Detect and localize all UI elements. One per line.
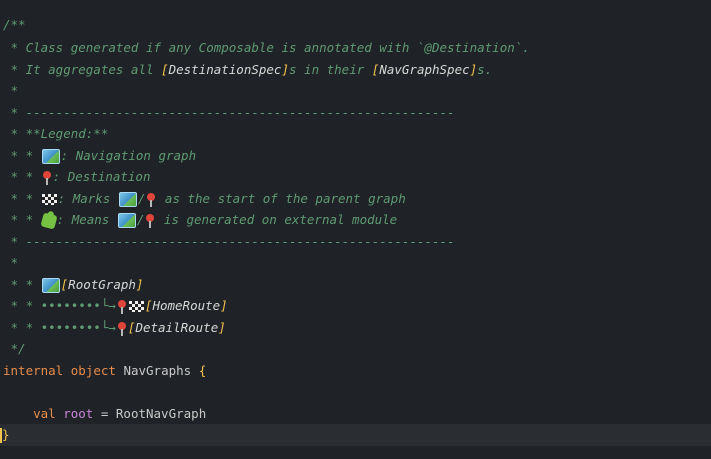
keyword-internal: internal bbox=[3, 363, 64, 378]
open-brace: { bbox=[198, 363, 207, 378]
legend-navigation-graph: * * : Navigation graph bbox=[3, 148, 197, 164]
home-route-link[interactable]: HomeRoute bbox=[152, 298, 220, 313]
root-variable[interactable]: root bbox=[63, 406, 93, 421]
world-map-icon bbox=[117, 213, 136, 228]
world-map-icon bbox=[41, 149, 60, 164]
comment-separator-2: * --------------------------------------… bbox=[3, 234, 455, 249]
legend-external-module: * * : Means / is generated on external m… bbox=[3, 210, 397, 230]
root-nav-graph-ref[interactable]: RootNavGraph bbox=[116, 406, 206, 421]
round-pushpin-icon bbox=[117, 299, 127, 314]
comment-line-4: * bbox=[3, 83, 19, 98]
round-pushpin-icon bbox=[42, 170, 52, 185]
root-graph-link[interactable]: RootGraph bbox=[68, 277, 136, 292]
comment-line-1: /** bbox=[3, 17, 26, 32]
close-brace: } bbox=[2, 427, 10, 442]
destination-spec-link[interactable]: DestinationSpec bbox=[169, 62, 282, 77]
round-pushpin-icon bbox=[146, 192, 156, 207]
keyword-object: object bbox=[70, 363, 116, 378]
keyword-val: val bbox=[33, 406, 56, 421]
checkered-flag-icon bbox=[41, 194, 57, 205]
object-declaration-line: internal object NavGraphs { bbox=[3, 361, 206, 381]
world-map-icon bbox=[41, 278, 60, 293]
nav-graph-spec-link[interactable]: NavGraphSpec bbox=[379, 62, 469, 77]
close-brace-line: } bbox=[0, 425, 10, 445]
tree-detail-route: * * ••••••••└→ [DetailRoute] bbox=[3, 320, 226, 336]
puzzle-piece-icon bbox=[40, 211, 58, 230]
code-editor[interactable]: /** * Class generated if any Composable … bbox=[0, 0, 711, 459]
tree-root-graph: * * [RootGraph] bbox=[3, 277, 144, 293]
comment-separator-1: * --------------------------------------… bbox=[3, 105, 455, 120]
tree-home-route: * * ••••••••└→ [HomeRoute] bbox=[3, 298, 228, 314]
val-declaration-line: val root = RootNavGraph bbox=[33, 406, 207, 421]
round-pushpin-icon bbox=[145, 213, 155, 228]
round-pushpin-icon bbox=[117, 321, 127, 336]
comment-line-2: * Class generated if any Composable is a… bbox=[3, 40, 530, 55]
comment-line-3: * It aggregates all [DestinationSpec]s i… bbox=[3, 62, 493, 77]
comment-end: */ bbox=[3, 341, 26, 356]
detail-route-link[interactable]: DetailRoute bbox=[135, 320, 218, 335]
world-map-icon bbox=[118, 192, 137, 207]
current-line-highlight bbox=[0, 424, 711, 446]
checkered-flag-icon bbox=[128, 301, 144, 312]
legend-heading: * **Legend:** bbox=[3, 126, 109, 141]
comment-line-12: * bbox=[3, 255, 19, 270]
object-name[interactable]: NavGraphs bbox=[123, 363, 191, 378]
legend-start-marker: * * : Marks / as the start of the parent… bbox=[3, 191, 406, 207]
legend-destination: * * : Destination bbox=[3, 169, 151, 185]
